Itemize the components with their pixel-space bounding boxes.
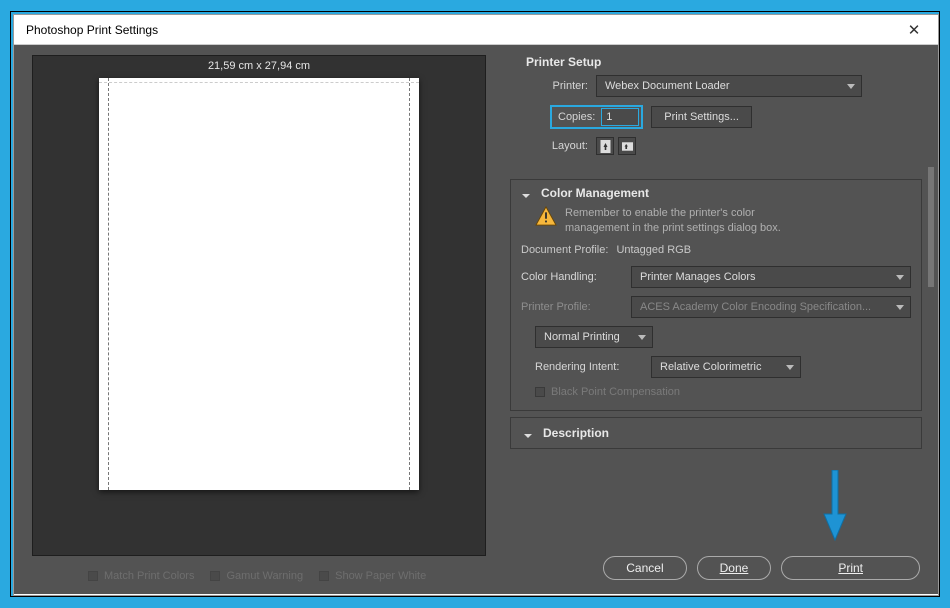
document-profile-label: Document Profile: xyxy=(521,244,608,256)
settings-scrollbar[interactable] xyxy=(928,167,934,385)
color-handling-select[interactable]: Printer Manages Colors xyxy=(631,266,911,288)
description-title: Description xyxy=(543,426,609,440)
color-mgmt-warning-text: Remember to enable the printer's color m… xyxy=(565,206,781,236)
color-handling-label: Color Handling: xyxy=(521,271,623,283)
titlebar: Photoshop Print Settings ✕ xyxy=(14,15,938,45)
printer-setup-panel: Printer Setup Printer: Webex Document Lo… xyxy=(510,55,922,173)
copies-field-highlight: Copies: xyxy=(550,105,643,129)
print-button[interactable]: Print xyxy=(781,556,920,580)
rendering-intent-label: Rendering Intent: xyxy=(535,361,643,373)
gamut-warning-checkbox: Gamut Warning xyxy=(210,570,303,582)
done-button[interactable]: Done xyxy=(697,556,772,580)
printer-select[interactable]: Webex Document Loader xyxy=(596,75,862,97)
show-paper-white-checkbox: Show Paper White xyxy=(319,570,426,582)
color-management-title: Color Management xyxy=(541,186,649,200)
warning-icon xyxy=(535,206,557,226)
description-panel: Description xyxy=(510,417,922,449)
preview-pane: 21,59 cm x 27,94 cm Match Print Colors G… xyxy=(14,45,504,594)
layout-label: Layout: xyxy=(520,140,588,152)
cancel-button[interactable]: Cancel xyxy=(603,556,686,580)
page-dimensions-label: 21,59 cm x 27,94 cm xyxy=(208,60,310,72)
copies-label: Copies: xyxy=(558,111,595,123)
printer-setup-title: Printer Setup xyxy=(526,55,601,69)
dialog-footer: Cancel Done Print xyxy=(603,556,920,580)
black-point-checkbox: Black Point Compensation xyxy=(535,386,680,398)
rendering-intent-select[interactable]: Relative Colorimetric xyxy=(651,356,801,378)
window-title: Photoshop Print Settings xyxy=(26,23,158,37)
chevron-down-icon[interactable] xyxy=(521,188,531,198)
color-management-panel: Color Management Remember to enable the … xyxy=(510,179,922,411)
close-icon[interactable]: ✕ xyxy=(902,21,926,39)
document-profile-value: Untagged RGB xyxy=(616,244,691,256)
print-settings-button[interactable]: Print Settings... xyxy=(651,106,752,128)
page-preview xyxy=(99,78,419,490)
printer-profile-select: ACES Academy Color Encoding Specificatio… xyxy=(631,296,911,318)
orientation-landscape-icon[interactable] xyxy=(618,137,636,155)
match-print-colors-checkbox: Match Print Colors xyxy=(88,570,194,582)
orientation-portrait-icon[interactable] xyxy=(596,137,614,155)
printer-label: Printer: xyxy=(520,80,588,92)
chevron-down-icon[interactable] xyxy=(523,428,533,438)
printer-profile-label: Printer Profile: xyxy=(521,301,623,313)
print-settings-window: Photoshop Print Settings ✕ 21,59 cm x 27… xyxy=(14,15,938,595)
copies-input[interactable] xyxy=(601,108,639,126)
print-mode-select[interactable]: Normal Printing xyxy=(535,326,653,348)
